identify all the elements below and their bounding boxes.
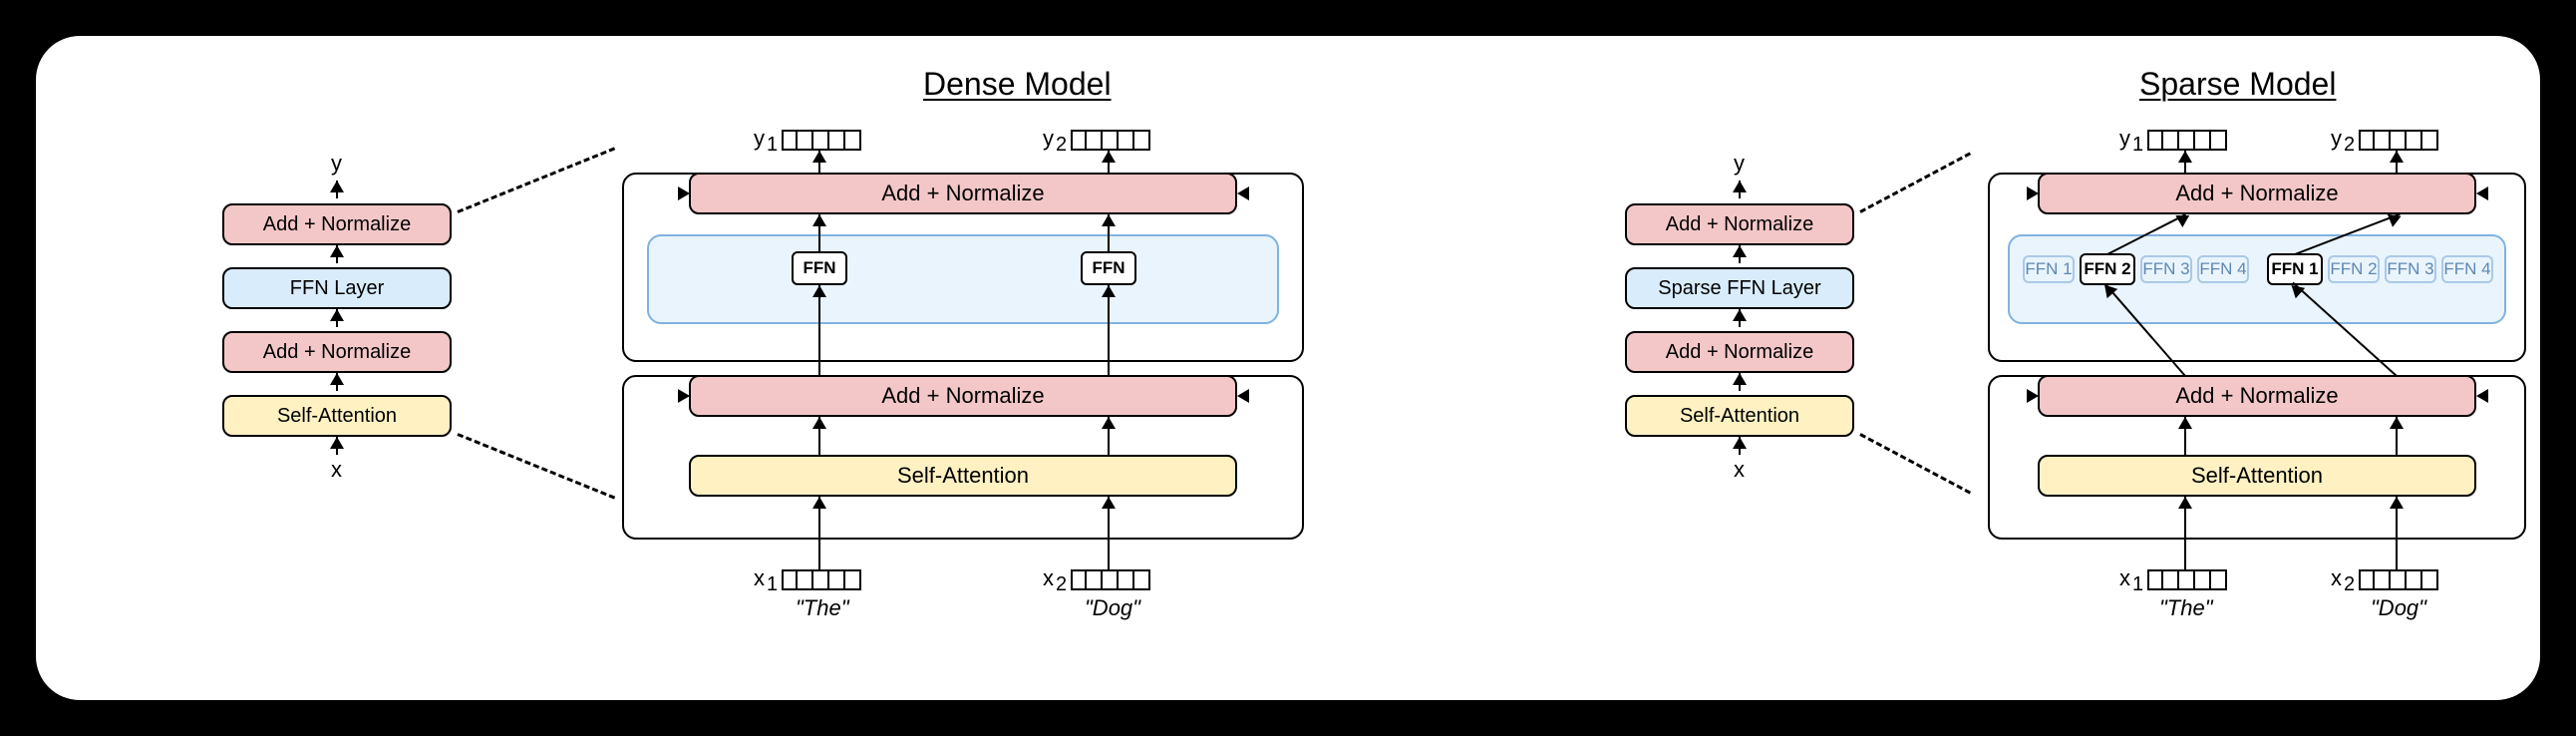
sparse-x1-up-head xyxy=(2178,497,2192,509)
sparse-left-e3: FFN 3 xyxy=(2140,255,2192,283)
sparse-x1-cells xyxy=(2147,569,2227,590)
dense-x1-token: "The" xyxy=(796,595,849,621)
dense-attn-up2-head xyxy=(1102,417,1116,429)
sparse-y2-sub: 2 xyxy=(2344,134,2355,157)
dense-y1-lbl: y xyxy=(754,126,765,152)
dense-ffn-chip-1: FFN xyxy=(792,251,847,285)
dense-self-attn: Self-Attention xyxy=(689,455,1237,497)
sparse-x2-token: "Dog" xyxy=(2371,595,2426,621)
sparse-small-ffn-layer: Sparse FFN Layer xyxy=(1625,267,1854,309)
title-dense: Dense Model xyxy=(923,66,1112,103)
dense-ffn2-in-line xyxy=(1108,285,1110,375)
dense-y1-cells xyxy=(782,130,861,151)
sparse-y2-lbl: y xyxy=(2331,126,2342,152)
sparse-y2-arrow-head xyxy=(2390,151,2404,163)
sparse-small-addnorm-top: Add + Normalize xyxy=(1625,203,1854,245)
sparse-small-arrow-1-head xyxy=(1733,373,1747,385)
sparse-small-self-attn: Self-Attention xyxy=(1625,395,1854,437)
sparse-attn-up2-head xyxy=(2390,417,2404,429)
dense-addnorm-top-arrow-left xyxy=(678,186,690,200)
dense-addnorm-bottom: Add + Normalize xyxy=(689,375,1237,417)
sparse-addnorm-bottom: Add + Normalize xyxy=(2038,375,2476,417)
dense-small-arrow-2-head xyxy=(330,309,344,321)
dense-attn-up1-head xyxy=(812,417,826,429)
title-sparse: Sparse Model xyxy=(2139,66,2336,103)
dense-x1-lbl: x xyxy=(754,565,765,591)
sparse-right-e3: FFN 3 xyxy=(2385,255,2436,283)
dense-small-y-label: y xyxy=(331,151,342,177)
dense-ffn-container xyxy=(647,234,1279,324)
sparse-addnorm-bottom-arrow-left xyxy=(2027,389,2039,403)
dense-y1-sub: 1 xyxy=(767,134,778,157)
dense-ffn-chip-2: FFN xyxy=(1081,251,1136,285)
dense-dashed-bottom xyxy=(457,433,615,499)
dense-addnorm-bottom-arrow-right xyxy=(1237,389,1249,403)
sparse-x1-sub: 1 xyxy=(2132,573,2143,596)
dense-dashed-top xyxy=(457,147,615,212)
dense-small-self-attn: Self-Attention xyxy=(222,395,452,437)
dense-addnorm-top-arrow-right xyxy=(1237,186,1249,200)
sparse-y2-cells xyxy=(2359,130,2438,151)
sparse-small-arrow-x-head xyxy=(1733,437,1747,449)
dense-small-ffn-layer: FFN Layer xyxy=(222,267,452,309)
sparse-self-attn: Self-Attention xyxy=(2038,455,2476,497)
dense-x1-up-head xyxy=(812,497,826,509)
sparse-x1-token: "The" xyxy=(2159,595,2213,621)
sparse-dashed-bottom xyxy=(1859,433,1971,494)
sparse-addnorm-top: Add + Normalize xyxy=(2038,173,2476,214)
sparse-x2-sub: 2 xyxy=(2344,573,2355,596)
sparse-small-arrow-y-head xyxy=(1733,181,1747,192)
sparse-small-arrow-3-head xyxy=(1733,245,1747,257)
dense-ffn1-up-head xyxy=(812,214,826,226)
dense-small-x-label: x xyxy=(331,457,342,483)
sparse-y1-cells xyxy=(2147,130,2227,151)
dense-addnorm-bottom-arrow-left xyxy=(678,389,690,403)
sparse-addnorm-top-arrow-left xyxy=(2027,186,2039,200)
dense-y2-lbl: y xyxy=(1043,126,1054,152)
dense-small-arrow-3-head xyxy=(330,245,344,257)
dense-y2-sub: 2 xyxy=(1056,134,1067,157)
dense-x2-up-head xyxy=(1102,497,1116,509)
sparse-left-e4: FFN 4 xyxy=(2197,255,2249,283)
dense-ffn2-up-head xyxy=(1102,214,1116,226)
sparse-x2-lbl: x xyxy=(2331,565,2342,591)
sparse-dashed-top xyxy=(1859,152,1971,212)
sparse-addnorm-bottom-arrow-right xyxy=(2476,389,2488,403)
sparse-small-addnorm-bottom: Add + Normalize xyxy=(1625,331,1854,373)
dense-x2-cells xyxy=(1071,569,1150,590)
sparse-x1-lbl: x xyxy=(2119,565,2130,591)
dense-small-arrow-y-head xyxy=(330,181,344,192)
sparse-small-arrow-2-head xyxy=(1733,309,1747,321)
sparse-small-x-label: x xyxy=(1734,457,1745,483)
dense-addnorm-top: Add + Normalize xyxy=(689,173,1237,214)
dense-small-arrow-1-head xyxy=(330,373,344,385)
dense-ffn1-in-line xyxy=(818,285,820,375)
dense-ffn1-in-head xyxy=(812,285,826,297)
sparse-right-e4: FFN 4 xyxy=(2441,255,2493,283)
dense-ffn2-in-head xyxy=(1102,285,1116,297)
dense-small-addnorm-top: Add + Normalize xyxy=(222,203,452,245)
sparse-x2-up-head xyxy=(2390,497,2404,509)
sparse-y1-lbl: y xyxy=(2119,126,2130,152)
sparse-left-e1: FFN 1 xyxy=(2023,255,2075,283)
sparse-right-e2: FFN 2 xyxy=(2328,255,2380,283)
dense-y2-arrow-head xyxy=(1102,151,1116,163)
sparse-x2-cells xyxy=(2359,569,2438,590)
dense-y2-cells xyxy=(1071,130,1150,151)
sparse-y1-arrow-head xyxy=(2178,151,2192,163)
dense-x2-sub: 2 xyxy=(1056,573,1067,596)
sparse-attn-up1-head xyxy=(2178,417,2192,429)
sparse-small-y-label: y xyxy=(1734,151,1745,177)
sparse-addnorm-top-arrow-right xyxy=(2476,186,2488,200)
dense-small-arrow-x-head xyxy=(330,437,344,449)
dense-y1-arrow-head xyxy=(812,151,826,163)
sparse-y1-sub: 1 xyxy=(2132,134,2143,157)
dense-x2-token: "Dog" xyxy=(1085,595,1140,621)
dense-small-addnorm-bottom: Add + Normalize xyxy=(222,331,452,373)
dense-x1-cells xyxy=(782,569,861,590)
dense-x1-sub: 1 xyxy=(767,573,778,596)
dense-x2-lbl: x xyxy=(1043,565,1054,591)
